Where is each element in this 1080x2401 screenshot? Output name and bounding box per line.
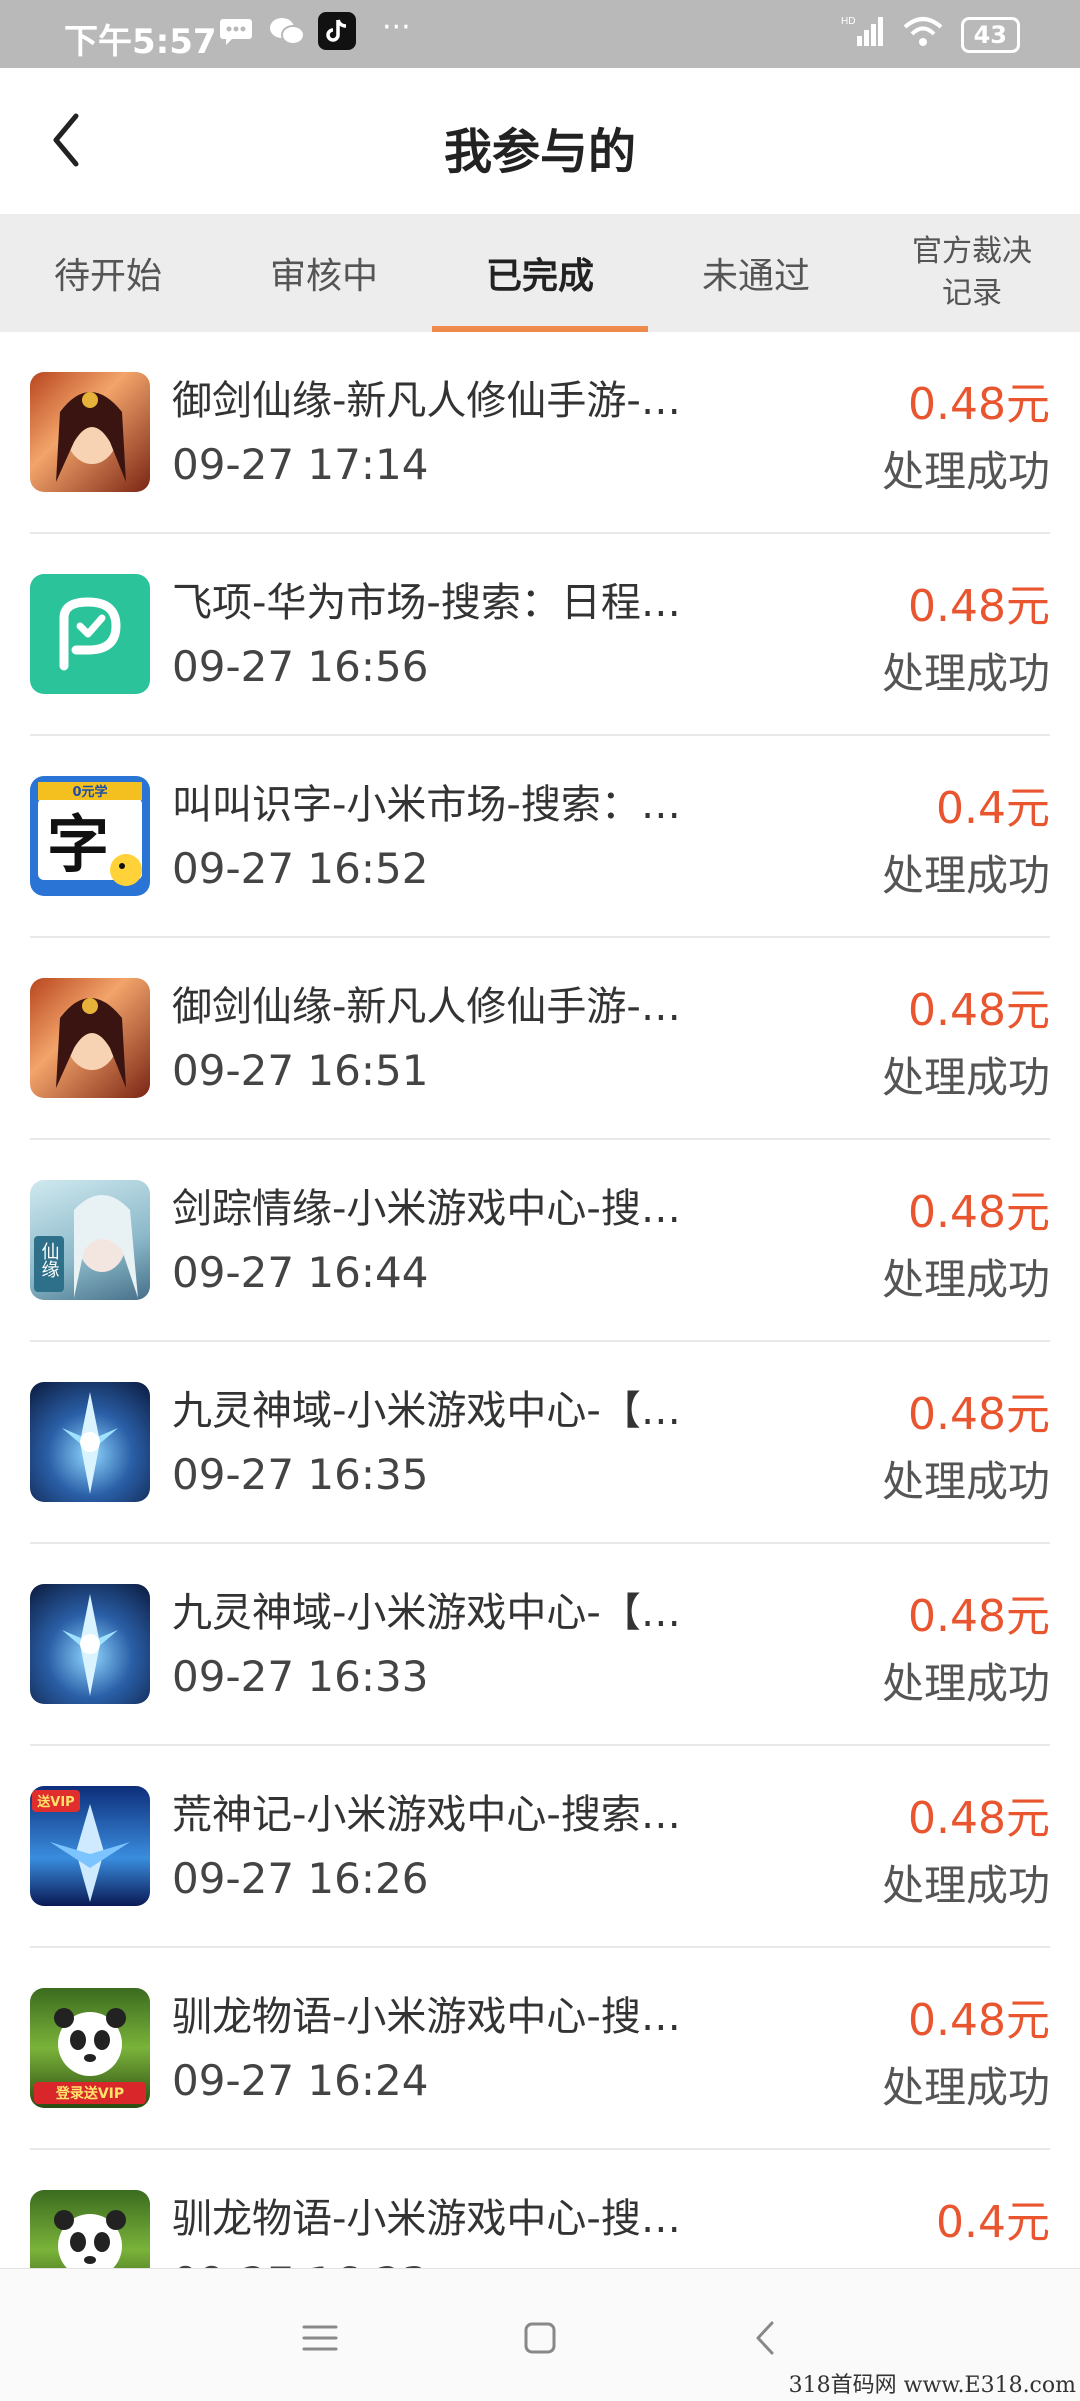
tab-completed[interactable]: 已完成 [432,214,648,332]
jiaojiao-app-icon: 0元学字 [30,776,150,896]
status-time: 下午5:57 [64,22,217,62]
app-header: 我参与的 [0,68,1080,214]
yujian-game-icon [30,978,150,1098]
svg-text:字: 字 [47,808,109,881]
record-time: 09-27 16:24 [172,2056,429,2105]
list-item[interactable]: 御剑仙缘-新凡人修仙手游-… 09-27 17:14 0.48元 处理成功 [30,332,1050,534]
list-item[interactable]: 送VIP 荒神记-小米游戏中心-搜索… 09-27 16:26 0.48元 处理… [30,1746,1050,1948]
record-time: 09-27 16:33 [172,1652,429,1701]
svg-text:HD: HD [841,16,855,27]
record-status: 处理成功 [881,1457,1050,1506]
record-status: 处理成功 [881,1861,1050,1910]
record-title: 驯龙物语-小米游戏中心-搜… [172,1994,681,2040]
menu-icon [302,2325,338,2351]
record-title: 剑踪情缘-小米游戏中心-搜… [172,1186,681,1232]
list-item[interactable]: 飞项-华为市场-搜索：日程… 09-27 16:56 0.48元 处理成功 [30,534,1050,736]
record-time: 09-27 16:56 [172,642,429,691]
record-title: 九灵神域-小米游戏中心-【… [172,1388,681,1434]
record-amount: 0.48元 [908,985,1050,1036]
svg-text:仙缘: 仙缘 [39,1242,60,1278]
record-status: 处理成功 [881,1053,1050,1102]
record-status: 处理成功 [881,1659,1050,1708]
record-list: 御剑仙缘-新凡人修仙手游-… 09-27 17:14 0.48元 处理成功 飞项… [0,332,1080,2268]
record-time: 09-27 16:44 [172,1248,429,1297]
tab-rejected[interactable]: 未通过 [648,214,864,332]
svg-text:送VIP: 送VIP [36,1794,74,1810]
list-item[interactable]: 驯龙物语-小米游戏中心-搜… 09-27 16:23 0.4元 处理成功 [30,2150,1050,2268]
watermark-text: 318首码网 www.E318.com [788,2373,1076,2398]
more-notifications-icon: ··· [382,10,411,45]
yujian-game-icon [30,372,150,492]
record-status: 处理成功 [881,1255,1050,1304]
record-amount: 0.48元 [908,581,1050,632]
record-status: 处理成功 [881,447,1050,496]
record-amount: 0.48元 [908,1591,1050,1642]
back-triangle-icon [756,2321,774,2355]
record-amount: 0.4元 [936,783,1050,834]
record-title: 九灵神域-小米游戏中心-【… [172,1590,681,1636]
tab-reviewing[interactable]: 审核中 [216,214,432,332]
list-item[interactable]: 登录送VIP 驯龙物语-小米游戏中心-搜… 09-27 16:24 0.48元 … [30,1948,1050,2150]
tiktok-icon [318,12,356,58]
svg-text:登录送VIP: 登录送VIP [55,2085,124,2102]
record-time: 09-27 16:51 [172,1046,429,1095]
wechat-icon [268,16,306,54]
tab-bar: 待开始 审核中 已完成 未通过 官方裁决 记录 [0,214,1080,332]
record-time: 09-27 16:52 [172,844,429,893]
record-status: 处理成功 [881,851,1050,900]
list-item[interactable]: 九灵神域-小米游戏中心-【… 09-27 16:33 0.48元 处理成功 [30,1544,1050,1746]
record-amount: 0.4元 [936,2197,1050,2248]
svg-text:0元学: 0元学 [72,784,107,800]
page-title: 我参与的 [443,124,636,180]
record-amount: 0.48元 [908,1995,1050,2046]
record-title: 飞项-华为市场-搜索：日程… [172,580,681,626]
home-square-icon [524,2322,556,2354]
record-amount: 0.48元 [908,379,1050,430]
feixiang-app-icon [30,574,150,694]
record-title: 驯龙物语-小米游戏中心-搜… [172,2196,681,2242]
panda-game-icon [30,2190,150,2268]
menu-button[interactable] [290,2313,350,2363]
signal-icon: HD [841,14,885,55]
record-time: 09-27 16:26 [172,1854,429,1903]
record-time: 09-27 16:23 [172,2258,428,2268]
home-button[interactable] [510,2313,570,2363]
record-status: 处理成功 [882,2256,1050,2268]
record-amount: 0.48元 [908,1389,1050,1440]
record-status: 处理成功 [881,2063,1050,2112]
record-title: 御剑仙缘-新凡人修仙手游-… [172,378,681,424]
system-nav-bar: 318首码网 www.E318.com [0,2268,1080,2401]
status-bar: 下午5:57 ··· HD 43 [0,0,1080,68]
jiuling-game-icon [30,1584,150,1704]
record-amount: 0.48元 [908,1793,1050,1844]
record-status: 处理成功 [881,649,1050,698]
tab-pending[interactable]: 待开始 [0,214,216,332]
message-icon [218,16,254,54]
jianzong-game-icon: 仙缘 [30,1180,150,1300]
record-title: 御剑仙缘-新凡人修仙手游-… [172,984,681,1030]
wifi-icon [903,15,943,54]
huangshen-game-icon: 送VIP [30,1786,150,1906]
list-item[interactable]: 仙缘 剑踪情缘-小米游戏中心-搜… 09-27 16:44 0.48元 处理成功 [30,1140,1050,1342]
list-item[interactable]: 御剑仙缘-新凡人修仙手游-… 09-27 16:51 0.48元 处理成功 [30,938,1050,1140]
record-time: 09-27 16:35 [172,1450,429,1499]
record-title: 叫叫识字-小米市场-搜索：… [172,782,681,828]
record-title: 荒神记-小米游戏中心-搜索… [172,1792,681,1838]
system-back-button[interactable] [736,2313,796,2363]
panda-game-icon: 登录送VIP [30,1988,150,2108]
list-item[interactable]: 0元学字 叫叫识字-小米市场-搜索：… 09-27 16:52 0.4元 处理成… [30,736,1050,938]
jiuling-game-icon [30,1382,150,1502]
list-item[interactable]: 九灵神域-小米游戏中心-【… 09-27 16:35 0.48元 处理成功 [30,1342,1050,1544]
record-amount: 0.48元 [908,1187,1050,1238]
tab-official-ruling[interactable]: 官方裁决 记录 [864,214,1080,332]
battery-indicator: 43 [960,16,1020,53]
status-indicators: HD 43 [841,14,1020,55]
record-time: 09-27 17:14 [172,440,429,489]
